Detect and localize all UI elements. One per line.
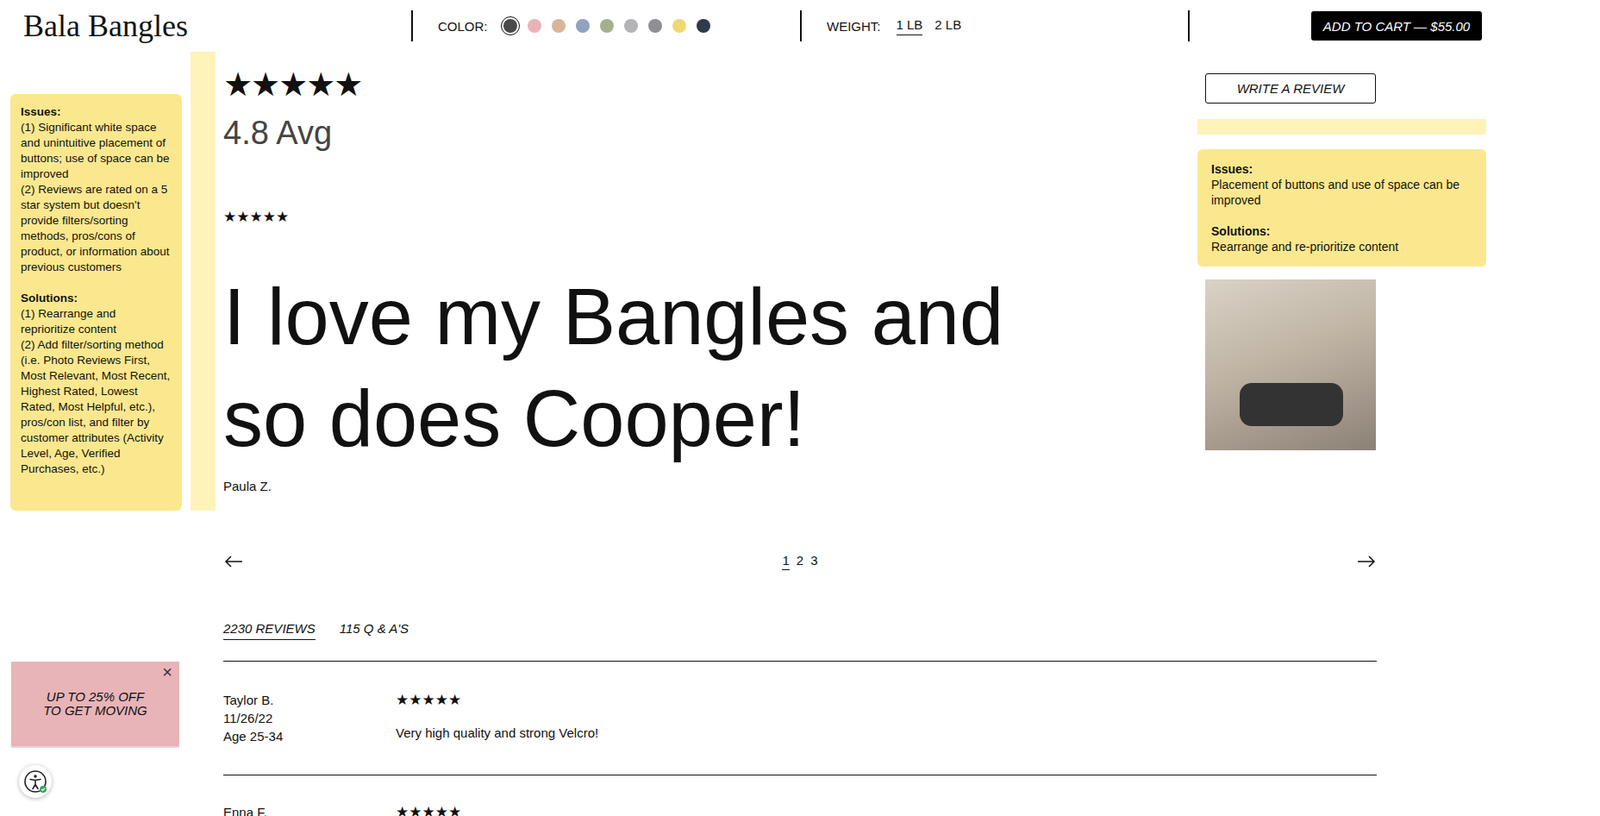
highlight-strip [190, 51, 216, 511]
star-icon: ★ [223, 65, 251, 104]
review-tabs: 2230 REVIEWS 115 Q & A'S [223, 618, 1377, 662]
featured-review: ★★★★★4.8 Avg★★★★★I love my Bangles and s… [223, 51, 1198, 495]
color-swatch[interactable] [527, 18, 542, 33]
note-item: (2) Add filter/sorting method (i.e. Phot… [20, 337, 172, 477]
weight-label: WEIGHT: [826, 18, 882, 34]
star-icon: ★ [306, 65, 334, 104]
star-icon: ★ [435, 802, 449, 816]
note-title: Solutions: [20, 290, 172, 307]
review-stars: ★★★★★ [223, 206, 1198, 227]
star-icon: ★ [422, 802, 436, 816]
review-stars: ★★★★★ [395, 802, 462, 816]
color-swatch[interactable] [600, 18, 614, 33]
page-link[interactable]: 3 [810, 552, 818, 570]
star-icon: ★ [408, 690, 422, 708]
top-bar: Bala Bangles COLOR: WEIGHT: 1 LB 2 LB ADD TO … [0, 0, 1600, 52]
star-icon: ★ [422, 690, 436, 708]
star-icon: ★ [448, 690, 462, 708]
color-option[interactable] [573, 16, 593, 36]
star-icon: ★ [223, 207, 237, 225]
color-option[interactable] [693, 16, 713, 36]
review-text: Very high quality and strong Velcro! [395, 723, 599, 742]
weight-option[interactable]: 1 LB [896, 17, 924, 36]
color-swatch[interactable] [672, 18, 687, 33]
issues-note: Issues:(1) Significant white space and u… [10, 93, 182, 511]
tab[interactable]: 115 Q & A'S [339, 618, 409, 640]
review-row: Enna F.★★★★★ [223, 775, 1377, 816]
divider [411, 10, 413, 42]
tab[interactable]: 2230 REVIEWS [223, 618, 316, 640]
note-item: Placement of buttons and use of space ca… [1211, 176, 1473, 208]
promo-popup: UP TO 25% OFFTO GET MOVING × [11, 661, 180, 748]
average-stars: ★★★★★ [223, 65, 1198, 104]
review-date: 11/26/22 [223, 708, 396, 727]
color-swatch[interactable] [575, 18, 590, 33]
note-title: Issues: [1211, 161, 1473, 177]
review-row: Taylor B.11/26/22Age 25-34★★★★★Very high… [223, 661, 1377, 775]
next-arrow-icon[interactable] [1356, 552, 1377, 570]
reviewer-age: Age 25-34 [223, 726, 396, 745]
promo-text: UP TO 25% OFF [46, 689, 144, 704]
color-swatch[interactable] [503, 18, 518, 33]
color-option[interactable] [500, 16, 520, 36]
featured-quote: I love my Bangles and so does Cooper! [223, 265, 1077, 469]
star-icon: ★ [278, 65, 307, 104]
color-option[interactable] [669, 16, 689, 36]
divider [1187, 10, 1190, 42]
color-section: COLOR: [412, 16, 800, 36]
reviewer-name: Enna F. [223, 802, 396, 816]
write-review-button[interactable]: WRITE A REVIEW [1205, 73, 1376, 104]
issues-note: Issues:Placement of buttons and use of s… [1197, 149, 1487, 267]
star-icon: ★ [448, 802, 462, 816]
note-title: Solutions: [1211, 223, 1473, 239]
color-swatch[interactable] [696, 18, 711, 33]
weight-section: WEIGHT: 1 LB 2 LB [801, 17, 1188, 36]
color-option[interactable] [597, 16, 617, 36]
star-icon: ★ [250, 207, 263, 225]
star-icon: ★ [250, 65, 279, 104]
color-swatch[interactable] [648, 18, 663, 33]
color-swatch[interactable] [624, 18, 638, 33]
logo[interactable]: Bala Bangles [0, 7, 412, 44]
highlight-bar [1197, 118, 1487, 135]
pagination: 123 [223, 548, 1377, 575]
accessibility-icon[interactable] [18, 764, 52, 798]
average-rating: 4.8 Avg [223, 112, 1198, 153]
review-stars: ★★★★★ [395, 690, 599, 709]
star-icon: ★ [262, 207, 276, 225]
note-item: (2) Reviews are rated on a 5 star system… [20, 181, 172, 275]
color-swatches [500, 16, 713, 36]
star-icon: ★ [395, 690, 409, 708]
star-icon: ★ [275, 207, 289, 225]
divider [800, 10, 802, 42]
star-icon: ★ [236, 207, 250, 225]
color-swatch[interactable] [551, 18, 566, 33]
color-option[interactable] [525, 16, 544, 36]
close-button[interactable]: × [162, 664, 173, 679]
color-option[interactable] [621, 16, 641, 36]
review-photo[interactable] [1205, 279, 1376, 450]
color-label: COLOR: [437, 18, 488, 34]
note-title: Issues: [20, 104, 172, 120]
note-item: (1) Significant white space and unintuit… [20, 119, 172, 182]
weight-option[interactable]: 2 LB [934, 17, 962, 36]
star-icon: ★ [408, 802, 422, 816]
note-item: Rearrange and re-prioritize content [1211, 238, 1473, 255]
color-option[interactable] [549, 16, 569, 36]
page-link[interactable]: 2 [796, 552, 804, 570]
star-icon: ★ [395, 802, 409, 816]
color-option[interactable] [645, 16, 665, 36]
note-item: (1) Rearrange and reprioritize content [20, 306, 172, 338]
review-author: Paula Z. [223, 477, 1198, 495]
star-icon: ★ [333, 65, 362, 104]
page-link[interactable]: 1 [781, 552, 789, 570]
add-to-cart-button[interactable]: ADD TO CART — $55.00 [1311, 11, 1482, 41]
star-icon: ★ [435, 690, 449, 708]
prev-arrow-icon[interactable] [223, 552, 244, 570]
page-list: 123 [781, 552, 818, 570]
reviewer-name: Taylor B. [223, 690, 396, 709]
promo-text: TO GET MOVING [43, 703, 148, 718]
